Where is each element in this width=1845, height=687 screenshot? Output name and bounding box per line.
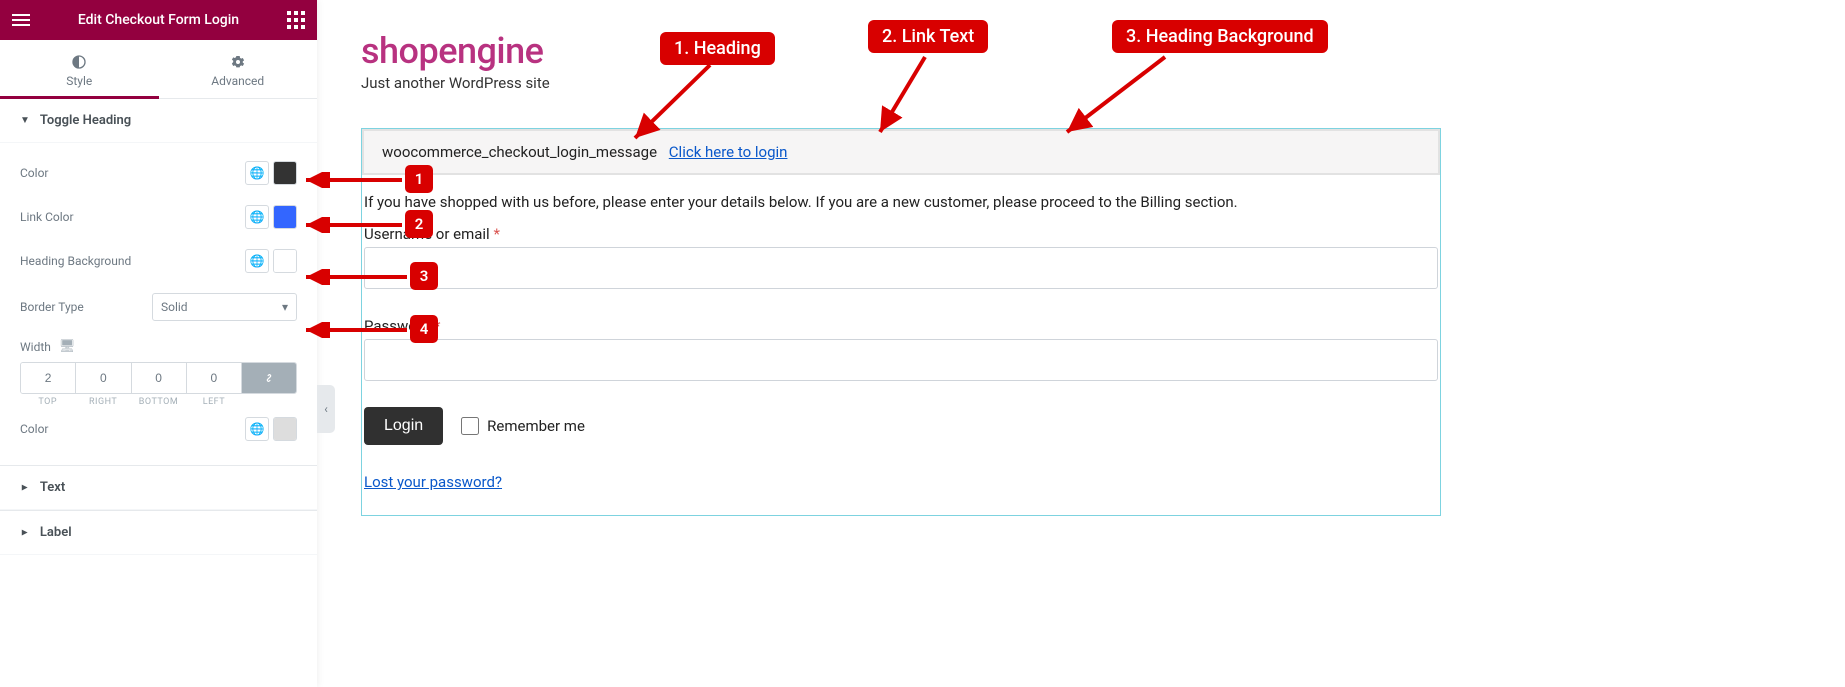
password-input[interactable] — [364, 339, 1438, 381]
globe-icon[interactable]: 🌐 — [245, 161, 269, 185]
width-left-input[interactable] — [187, 363, 241, 393]
side-label: TOP — [20, 397, 75, 407]
globe-icon[interactable]: 🌐 — [245, 205, 269, 229]
remember-label: Remember me — [487, 417, 585, 435]
chevron-right-icon: ▼ — [19, 483, 30, 493]
site-title: shopengine — [361, 30, 1845, 72]
width-bottom-input[interactable] — [132, 363, 186, 393]
link-values-toggle[interactable] — [242, 363, 296, 393]
control-border-color: Color 🌐 — [20, 407, 297, 451]
tab-advanced[interactable]: Advanced — [159, 40, 318, 98]
section-label[interactable]: ▼ Label — [0, 510, 317, 555]
username-label: Username or email * — [364, 225, 1438, 243]
width-top-input[interactable] — [21, 363, 75, 393]
section-title: Text — [40, 480, 65, 495]
app-grid-icon[interactable] — [287, 11, 305, 29]
responsive-icon[interactable]: 🖥 — [59, 339, 76, 354]
color-swatch[interactable] — [273, 161, 297, 185]
control-color: Color 🌐 — [20, 151, 297, 195]
lost-password-link[interactable]: Lost your password? — [364, 473, 502, 491]
globe-icon[interactable]: 🌐 — [245, 417, 269, 441]
editor-sidebar: Edit Checkout Form Login Style Advanced … — [0, 0, 317, 687]
border-type-select[interactable]: Solid ▾ — [152, 293, 297, 321]
chevron-right-icon: ▼ — [19, 528, 30, 538]
width-inputs — [20, 362, 297, 394]
control-label: Width — [20, 340, 51, 354]
control-heading-background: Heading Background 🌐 — [20, 239, 297, 283]
remember-checkbox[interactable] — [461, 417, 479, 435]
control-label: Border Type — [20, 300, 84, 314]
section-toggle-heading[interactable]: ▼ Toggle Heading — [0, 99, 317, 143]
login-button[interactable]: Login — [364, 407, 443, 445]
control-link-color: Link Color 🌐 — [20, 195, 297, 239]
login-toggle-heading: woocommerce_checkout_login_message Click… — [362, 129, 1440, 175]
remember-me[interactable]: Remember me — [461, 417, 585, 435]
section-title: Toggle Heading — [40, 113, 131, 128]
preview-canvas: shopengine Just another WordPress site w… — [317, 0, 1845, 687]
color-swatch[interactable] — [273, 205, 297, 229]
control-label: Heading Background — [20, 254, 131, 268]
chevron-down-icon: ▼ — [20, 115, 30, 126]
control-label: Color — [20, 166, 48, 180]
panel-tabs: Style Advanced — [0, 40, 317, 99]
chevron-down-icon: ▾ — [282, 300, 288, 314]
topbar-title: Edit Checkout Form Login — [78, 12, 239, 28]
control-border-type: Border Type Solid ▾ — [20, 283, 297, 331]
login-description: If you have shopped with us before, plea… — [364, 193, 1438, 211]
username-input[interactable] — [364, 247, 1438, 289]
select-value: Solid — [161, 300, 188, 314]
side-label: LEFT — [186, 397, 241, 407]
password-label: Password * — [364, 317, 1438, 335]
control-label: Link Color — [20, 210, 74, 224]
checkout-login-widget: woocommerce_checkout_login_message Click… — [361, 128, 1441, 516]
section-text[interactable]: ▼ Text — [0, 465, 317, 510]
control-label: Color — [20, 422, 48, 436]
side-label: BOTTOM — [131, 397, 186, 407]
tab-style[interactable]: Style — [0, 40, 159, 98]
side-label: RIGHT — [75, 397, 130, 407]
login-toggle-link[interactable]: Click here to login — [669, 143, 788, 161]
toggle-heading-controls: Color 🌐 Link Color 🌐 Heading Background … — [0, 143, 317, 465]
tab-label: Advanced — [211, 74, 264, 88]
heading-text: woocommerce_checkout_login_message — [382, 143, 657, 161]
section-title: Label — [40, 525, 72, 540]
site-tagline: Just another WordPress site — [361, 74, 1845, 92]
color-swatch[interactable] — [273, 249, 297, 273]
color-swatch[interactable] — [273, 417, 297, 441]
editor-topbar: Edit Checkout Form Login — [0, 0, 317, 40]
width-right-input[interactable] — [76, 363, 130, 393]
globe-icon[interactable]: 🌐 — [245, 249, 269, 273]
menu-icon[interactable] — [12, 11, 30, 29]
tab-label: Style — [66, 74, 92, 88]
